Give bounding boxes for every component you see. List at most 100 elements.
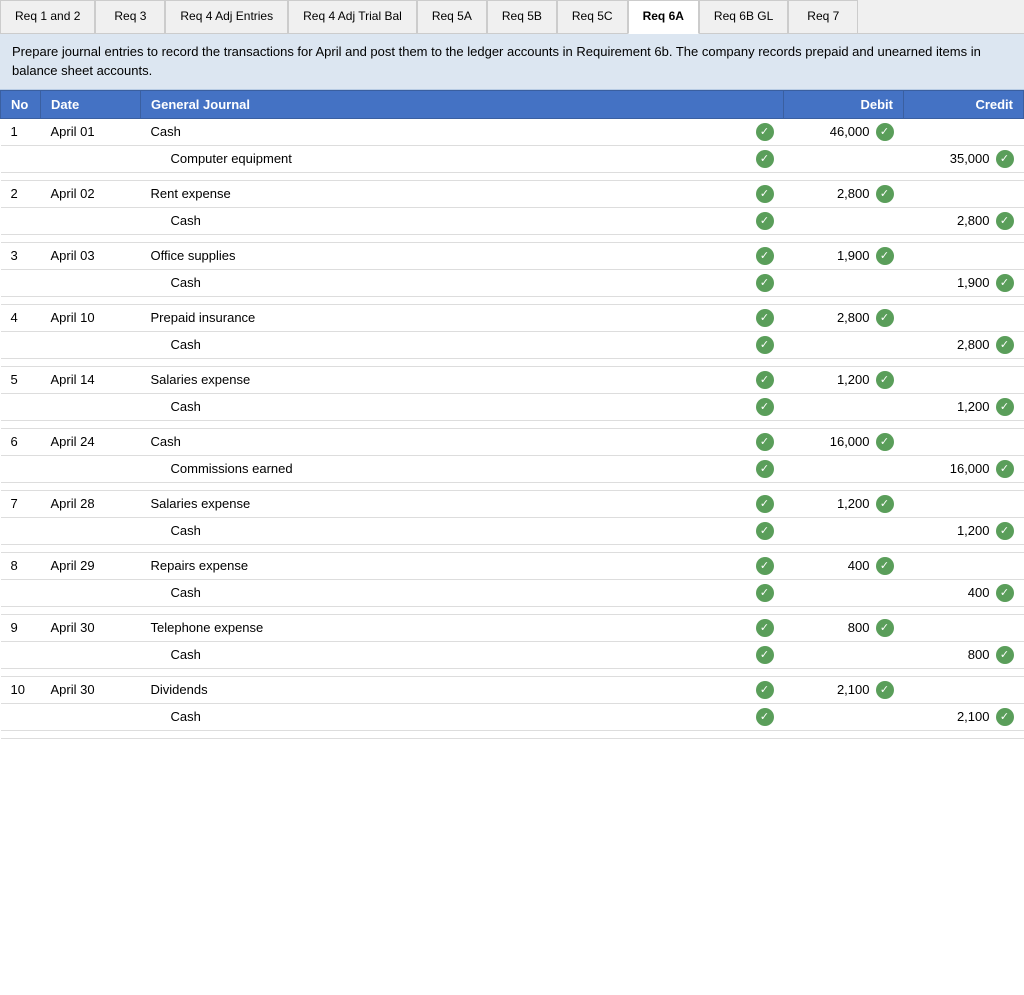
credit-no-empty [1,455,41,482]
entry-date: April 14 [41,366,141,393]
credit-account: Cash ✓ [141,269,784,296]
tab-req-5a[interactable]: Req 5A [417,0,487,33]
debit-account: Salaries expense ✓ [141,366,784,393]
table-row: Computer equipment ✓ 35,000 ✓ [1,145,1024,172]
spacer-row [1,358,1024,366]
tab-req-7[interactable]: Req 7 [788,0,858,33]
credit-no-empty [1,331,41,358]
check-icon: ✓ [756,708,774,726]
credit-amount: 2,800 ✓ [904,207,1024,234]
table-row: 10 April 30 Dividends ✓ 2,100 ✓ [1,676,1024,703]
check-icon: ✓ [756,584,774,602]
credit-date-empty [41,269,141,296]
credit-debit-empty [784,703,904,730]
check-icon: ✓ [876,371,894,389]
credit-date-empty [41,331,141,358]
credit-date-empty [41,703,141,730]
check-icon: ✓ [996,522,1014,540]
credit-account: Computer equipment ✓ [141,145,784,172]
entry-date: April 24 [41,428,141,455]
credit-date-empty [41,641,141,668]
credit-no-empty [1,145,41,172]
debit-amount: 1,200 ✓ [784,490,904,517]
table-row: Cash ✓ 1,900 ✓ [1,269,1024,296]
tab-req-5c[interactable]: Req 5C [557,0,628,33]
check-icon: ✓ [756,557,774,575]
credit-debit-empty [784,641,904,668]
check-icon: ✓ [996,336,1014,354]
debit-amount: 2,800 ✓ [784,304,904,331]
tab-req-3[interactable]: Req 3 [95,0,165,33]
credit-amount: 16,000 ✓ [904,455,1024,482]
debit-credit-empty [904,366,1024,393]
debit-account: Cash ✓ [141,428,784,455]
spacer-row [1,234,1024,242]
tab-req-6b-gl[interactable]: Req 6B GL [699,0,788,33]
check-icon: ✓ [996,398,1014,416]
credit-date-empty [41,393,141,420]
credit-amount: 2,800 ✓ [904,331,1024,358]
table-row: 2 April 02 Rent expense ✓ 2,800 ✓ [1,180,1024,207]
check-icon: ✓ [876,557,894,575]
table-row: Cash ✓ 2,100 ✓ [1,703,1024,730]
debit-credit-empty [904,552,1024,579]
check-icon: ✓ [996,212,1014,230]
entry-no: 2 [1,180,41,207]
table-row: Commissions earned ✓ 16,000 ✓ [1,455,1024,482]
check-icon: ✓ [876,495,894,513]
table-row: Cash ✓ 2,800 ✓ [1,207,1024,234]
tab-req-6a[interactable]: Req 6A [628,0,699,34]
tabs-container: Req 1 and 2Req 3Req 4 Adj EntriesReq 4 A… [0,0,1024,34]
tab-req-4-adj-trial-bal[interactable]: Req 4 Adj Trial Bal [288,0,417,33]
entry-date: April 10 [41,304,141,331]
entry-no: 10 [1,676,41,703]
tab-req-4-adj-entries[interactable]: Req 4 Adj Entries [165,0,288,33]
entry-date: April 28 [41,490,141,517]
credit-account: Cash ✓ [141,579,784,606]
table-row: 4 April 10 Prepaid insurance ✓ 2,800 ✓ [1,304,1024,331]
tab-req-5b[interactable]: Req 5B [487,0,557,33]
table-row: 8 April 29 Repairs expense ✓ 400 ✓ [1,552,1024,579]
credit-no-empty [1,641,41,668]
check-icon: ✓ [756,336,774,354]
table-row: Cash ✓ 2,800 ✓ [1,331,1024,358]
spacer-row [1,172,1024,180]
check-icon: ✓ [756,247,774,265]
debit-credit-empty [904,676,1024,703]
credit-amount: 400 ✓ [904,579,1024,606]
credit-debit-empty [784,331,904,358]
entry-no: 1 [1,118,41,145]
spacer-row [1,668,1024,676]
check-icon: ✓ [756,274,774,292]
table-row: Cash ✓ 800 ✓ [1,641,1024,668]
check-icon: ✓ [756,123,774,141]
table-row: 3 April 03 Office supplies ✓ 1,900 ✓ [1,242,1024,269]
table-row: 9 April 30 Telephone expense ✓ 800 ✓ [1,614,1024,641]
check-icon: ✓ [876,681,894,699]
check-icon: ✓ [756,460,774,478]
check-icon: ✓ [996,274,1014,292]
credit-no-empty [1,393,41,420]
check-icon: ✓ [876,247,894,265]
check-icon: ✓ [876,433,894,451]
tab-req-1-and-2[interactable]: Req 1 and 2 [0,0,95,33]
credit-amount: 35,000 ✓ [904,145,1024,172]
debit-account: Salaries expense ✓ [141,490,784,517]
spacer-row [1,606,1024,614]
credit-date-empty [41,517,141,544]
check-icon: ✓ [756,619,774,637]
spacer-row [1,730,1024,738]
debit-amount: 1,900 ✓ [784,242,904,269]
credit-date-empty [41,455,141,482]
check-icon: ✓ [756,398,774,416]
debit-account: Repairs expense ✓ [141,552,784,579]
debit-credit-empty [904,614,1024,641]
check-icon: ✓ [756,681,774,699]
check-icon: ✓ [756,150,774,168]
entry-no: 8 [1,552,41,579]
entry-date: April 30 [41,614,141,641]
check-icon: ✓ [756,309,774,327]
entry-no: 4 [1,304,41,331]
entry-no: 9 [1,614,41,641]
debit-account: Cash ✓ [141,118,784,145]
